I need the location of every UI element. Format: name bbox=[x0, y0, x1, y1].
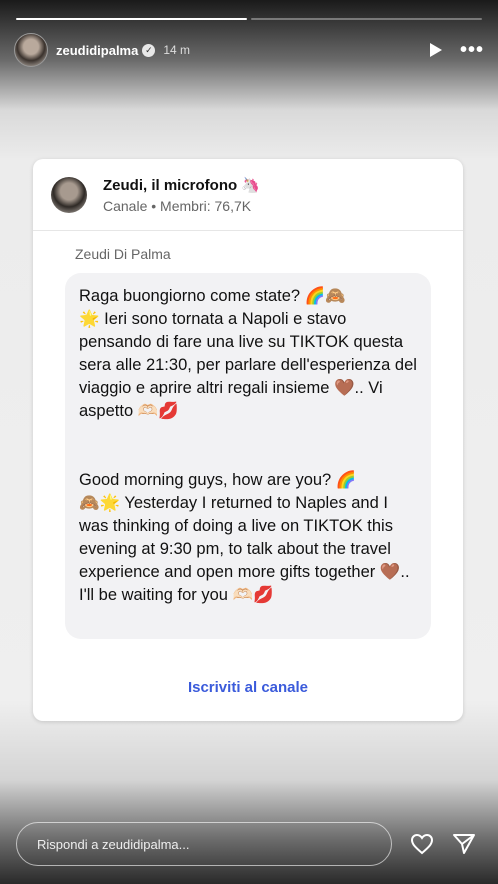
channel-title: Zeudi, il microfono 🦄 bbox=[103, 176, 261, 194]
message-bubble: Raga buongiorno come state? 🌈🙈 🌟 Ieri so… bbox=[65, 273, 431, 639]
send-icon[interactable] bbox=[452, 833, 476, 855]
subscribe-channel-link[interactable]: Iscriviti al canale bbox=[33, 679, 463, 696]
channel-card: Zeudi, il microfono 🦄 Canale • Membri: 7… bbox=[33, 159, 463, 721]
channel-subtitle: Canale • Membri: 76,7K bbox=[103, 197, 252, 214]
channel-avatar bbox=[51, 176, 87, 213]
message-sender: Zeudi Di Palma bbox=[75, 246, 171, 262]
progress-segment bbox=[251, 18, 482, 20]
message-english: Good morning guys, how are you? 🌈 🙈🌟 Yes… bbox=[79, 471, 410, 604]
story-header: zeudidipalma ✓ 14 m ••• bbox=[14, 32, 484, 68]
message-italian: Raga buongiorno come state? 🌈🙈 🌟 Ieri so… bbox=[79, 287, 417, 420]
play-icon[interactable] bbox=[429, 43, 442, 57]
channel-header: Zeudi, il microfono 🦄 Canale • Membri: 7… bbox=[33, 159, 463, 231]
more-options-icon[interactable]: ••• bbox=[460, 39, 484, 62]
progress-segment bbox=[16, 18, 247, 20]
reply-input[interactable]: Rispondi a zeudidipalma... bbox=[16, 822, 392, 866]
post-time: 14 m bbox=[163, 43, 191, 57]
avatar[interactable] bbox=[14, 33, 48, 67]
verified-badge-icon: ✓ bbox=[142, 43, 156, 57]
username[interactable]: zeudidipalma bbox=[56, 43, 138, 58]
story-progress bbox=[16, 18, 482, 20]
story-footer: Rispondi a zeudidipalma... bbox=[16, 822, 482, 866]
heart-icon[interactable] bbox=[410, 833, 434, 855]
